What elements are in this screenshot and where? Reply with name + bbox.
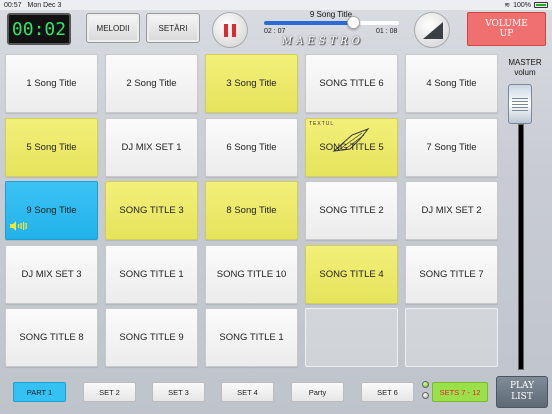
- volume-up-button[interactable]: VOLUME UP: [467, 12, 546, 46]
- master-fader-track[interactable]: [518, 124, 524, 370]
- song-pad-label: SONG TITLE 3: [119, 205, 184, 216]
- battery-icon: [534, 2, 548, 8]
- song-pad-label: 5 Song Title: [26, 141, 77, 153]
- song-pad[interactable]: SONG TITLE 10: [205, 244, 298, 304]
- song-pad[interactable]: DJ MIX SET 2: [405, 181, 498, 240]
- elapsed-timer: 00:02: [7, 13, 71, 45]
- song-pad-label: 2 Song Title: [126, 78, 177, 89]
- song-pad[interactable]: SONG TITLE 3: [105, 181, 198, 240]
- song-pad[interactable]: SONG TITLE 8: [5, 308, 98, 367]
- empty-pad[interactable]: [305, 308, 398, 367]
- battery-percent: 100%: [513, 1, 531, 9]
- song-pad[interactable]: 4 Song Title: [405, 54, 498, 113]
- song-pad[interactable]: SONG TITLE 4: [305, 244, 398, 304]
- set-button[interactable]: SET 6: [361, 382, 414, 402]
- artwork-caption: TEXTUL: [309, 120, 335, 127]
- empty-pad[interactable]: [405, 308, 498, 367]
- song-pad-label: 1 Song Title: [26, 78, 77, 89]
- song-pad-label: DJ MIX SET 1: [121, 141, 182, 153]
- bird-artwork-icon: [332, 127, 370, 152]
- song-pad-label: SONG TITLE 4: [319, 268, 384, 280]
- master-fader-knob[interactable]: [508, 84, 532, 124]
- fade-button[interactable]: [414, 12, 450, 48]
- song-pad-label: 8 Song Title: [226, 205, 277, 216]
- set-button[interactable]: PART 1: [13, 382, 66, 402]
- song-pad[interactable]: 7 Song Title: [405, 117, 498, 177]
- song-pad-label: SONG TITLE 1: [119, 268, 184, 280]
- song-pad-label: 6 Song Title: [226, 141, 277, 153]
- pause-icon-bar-left: [224, 23, 228, 37]
- song-pad[interactable]: 8 Song Title: [205, 181, 298, 240]
- song-pad-label: SONG TITLE 8: [19, 332, 84, 343]
- song-pad-label: 3 Song Title: [226, 78, 277, 89]
- song-pad-label: SONG TITLE 9: [119, 332, 184, 343]
- melodii-button[interactable]: MELODII: [86, 13, 140, 43]
- song-pad-label: SONG TITLE 1: [219, 332, 284, 343]
- set-button[interactable]: SETS 7 - 12: [432, 382, 488, 402]
- song-pad-label: 9 Song Title: [26, 205, 77, 216]
- song-pad[interactable]: DJ MIX SET 1: [105, 117, 198, 177]
- song-pad[interactable]: 6 Song Title: [205, 117, 298, 177]
- indicator-lamp-off: [422, 392, 429, 399]
- song-pad[interactable]: DJ MIX SET 3: [5, 244, 98, 304]
- elapsed-time: 02 : 07: [264, 28, 286, 35]
- speaker-playing-icon: [10, 221, 27, 231]
- set-bar: PLAY LIST PART 1 SET 2 SET 3 SET 4 Party SET …: [0, 372, 552, 414]
- pause-button[interactable]: [212, 12, 248, 48]
- song-pad[interactable]: SONG TITLE 2: [305, 181, 398, 240]
- progress-slider[interactable]: [264, 16, 399, 29]
- song-pad[interactable]: SONG TITLE 1: [105, 244, 198, 304]
- song-pad-label: SONG TITLE 2: [319, 205, 384, 216]
- song-pad[interactable]: SONG TITLE 1: [205, 308, 298, 367]
- settings-button[interactable]: SETĂRI: [146, 13, 200, 43]
- indicator-lamp-on: [422, 381, 429, 388]
- song-pad[interactable]: SONG TITLE 7: [405, 244, 498, 304]
- remaining-time: 01 : 08: [376, 28, 398, 35]
- song-pad-label: DJ MIX SET 2: [421, 205, 482, 216]
- song-pad-label: SONG TITLE 6: [319, 78, 384, 89]
- song-pad-label: DJ MIX SET 3: [21, 268, 82, 280]
- song-pad[interactable]: 3 Song Title: [205, 54, 298, 113]
- song-pad[interactable]: 2 Song Title: [105, 54, 198, 113]
- song-pad-label: 4 Song Title: [426, 78, 477, 89]
- status-bar: 00:57 Mon Dec 3 ≋ 100%: [0, 0, 552, 10]
- master-volume-label: MASTER volum: [508, 58, 542, 77]
- status-right: ≋ 100%: [504, 1, 548, 9]
- song-pad[interactable]: SONG TITLE 5 TEXTUL: [305, 117, 398, 177]
- song-pad-label: SONG TITLE 10: [216, 268, 287, 280]
- maestro-logo: MAESTRO: [282, 36, 365, 47]
- status-time: 00:57: [4, 1, 22, 9]
- set-button[interactable]: Party: [291, 382, 344, 402]
- playlist-button[interactable]: PLAY LIST: [496, 376, 548, 408]
- now-playing-title: 9 Song Title: [309, 10, 353, 19]
- wifi-icon: ≋: [504, 2, 511, 9]
- song-pad-grid: 1 Song Title 2 Song Title 3 Song Title SONG…: [5, 54, 499, 368]
- song-pad-label: 7 Song Title: [426, 141, 477, 153]
- status-date: Mon Dec 3: [27, 1, 62, 9]
- set-button[interactable]: SET 4: [221, 382, 274, 402]
- song-pad[interactable]: 9 Song Title: [5, 181, 98, 240]
- song-pad[interactable]: SONG TITLE 9: [105, 308, 198, 367]
- progress-fill: [264, 21, 354, 25]
- set-button[interactable]: SET 2: [83, 382, 136, 402]
- set-button[interactable]: SET 3: [152, 382, 205, 402]
- song-pad[interactable]: 1 Song Title: [5, 54, 98, 113]
- progress-knob[interactable]: [347, 16, 361, 29]
- song-pad[interactable]: 5 Song Title: [5, 117, 98, 177]
- top-bar: 00:02 MELODII SETĂRI 9 Song Title 02 : 0…: [0, 10, 552, 50]
- song-pad[interactable]: SONG TITLE 6: [305, 54, 398, 113]
- song-pad-label: SONG TITLE 7: [419, 268, 484, 280]
- pause-icon-bar-right: [232, 23, 236, 37]
